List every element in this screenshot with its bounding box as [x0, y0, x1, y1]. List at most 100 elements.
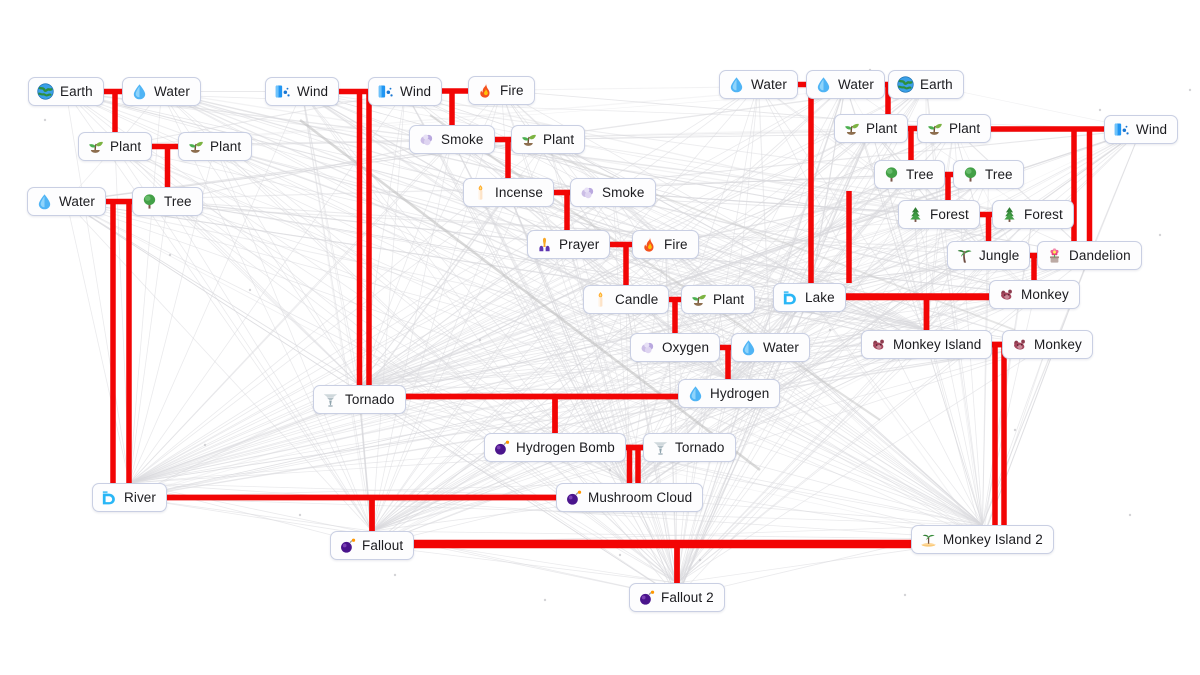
lake-icon [782, 289, 799, 306]
seedling-icon [843, 120, 860, 137]
craft-node-wind-1[interactable]: Wind [265, 77, 340, 106]
craft-node-label: Tree [985, 167, 1013, 182]
craft-node-wind-2[interactable]: Wind [368, 77, 443, 106]
craft-node-smoke-1[interactable]: Smoke [409, 125, 495, 154]
craft-node-water-4[interactable]: Water [806, 70, 886, 99]
craft-node-label: Plant [713, 292, 745, 307]
craft-node-tornado-2[interactable]: Tornado [643, 433, 736, 462]
fire-icon [477, 82, 494, 99]
craft-node-label: Lake [805, 290, 835, 305]
lake-icon [101, 489, 118, 506]
craft-node-water-3[interactable]: Water [719, 70, 799, 99]
craft-node-lake-1[interactable]: Lake [773, 283, 846, 312]
seedling-icon [87, 138, 104, 155]
palm-tree-icon [956, 247, 973, 264]
craft-node-river-1[interactable]: River [92, 483, 168, 512]
craft-node-label: Hydrogen [710, 386, 770, 401]
craft-node-label: Water [763, 340, 800, 355]
smoke-icon [579, 184, 596, 201]
craft-node-plant-1[interactable]: Plant [78, 132, 153, 161]
water-drop-icon [36, 193, 53, 210]
craft-node-plant-6[interactable]: Plant [681, 285, 756, 314]
craft-node-incense-1[interactable]: Incense [463, 178, 554, 207]
monkey-icon [998, 286, 1015, 303]
node-layer: Earth Water Wind Wind Fire Water Water Earth Pla… [0, 0, 1200, 675]
craft-node-label: Fallout [362, 538, 404, 553]
craft-node-label: Tornado [675, 440, 725, 455]
craft-node-oxygen-1[interactable]: Oxygen [630, 333, 721, 362]
craft-node-fallout-2[interactable]: Fallout 2 [629, 583, 725, 612]
craft-node-label: Plant [110, 139, 142, 154]
craft-node-fire-2[interactable]: Fire [632, 230, 699, 259]
craft-node-monkey-island-1[interactable]: Monkey Island [861, 330, 993, 359]
craft-node-label: Forest [1024, 207, 1063, 222]
craft-node-plant-5[interactable]: Plant [917, 114, 992, 143]
craft-node-fire-1[interactable]: Fire [468, 76, 535, 105]
craft-node-tree-3[interactable]: Tree [953, 160, 1024, 189]
water-drop-icon [815, 76, 832, 93]
craft-node-hydrogen-bomb-1[interactable]: Hydrogen Bomb [484, 433, 626, 462]
craft-node-plant-3[interactable]: Plant [511, 125, 586, 154]
candle-icon [472, 184, 489, 201]
craft-node-plant-2[interactable]: Plant [178, 132, 253, 161]
monkey-icon [1011, 336, 1028, 353]
craft-node-forest-1[interactable]: Forest [898, 200, 980, 229]
craft-node-label: Smoke [602, 185, 645, 200]
craft-node-monkey-1[interactable]: Monkey [989, 280, 1080, 309]
craft-node-label: Monkey [1034, 337, 1082, 352]
craft-node-smoke-2[interactable]: Smoke [570, 178, 656, 207]
seedling-icon [690, 291, 707, 308]
craft-node-label: Oxygen [662, 340, 710, 355]
craft-node-plant-4[interactable]: Plant [834, 114, 909, 143]
craft-node-monkey-2[interactable]: Monkey [1002, 330, 1093, 359]
bomb-icon [638, 589, 655, 606]
craft-node-earth-1[interactable]: Earth [28, 77, 104, 106]
water-drop-icon [131, 83, 148, 100]
earth-icon [897, 76, 914, 93]
water-drop-icon [728, 76, 745, 93]
craft-node-prayer-1[interactable]: Prayer [527, 230, 611, 259]
wind-icon [274, 83, 291, 100]
craft-node-tornado-1[interactable]: Tornado [313, 385, 406, 414]
tornado-icon [652, 439, 669, 456]
island-icon [920, 531, 937, 548]
craft-node-water-2[interactable]: Water [27, 187, 107, 216]
craft-node-tree-1[interactable]: Tree [132, 187, 203, 216]
monkey-icon [870, 336, 887, 353]
craft-node-mushroom-cloud-1[interactable]: Mushroom Cloud [556, 483, 704, 512]
craft-node-label: Hydrogen Bomb [516, 440, 615, 455]
craft-node-water-1[interactable]: Water [122, 77, 202, 106]
craft-node-label: Earth [60, 84, 93, 99]
bomb-icon [493, 439, 510, 456]
earth-icon [37, 83, 54, 100]
craft-node-monkey-island-2[interactable]: Monkey Island 2 [911, 525, 1054, 554]
craft-node-label: Monkey Island 2 [943, 532, 1043, 547]
craft-tree-canvas[interactable]: Earth Water Wind Wind Fire Water Water Earth Pla… [0, 0, 1200, 675]
craft-node-label: Monkey [1021, 287, 1069, 302]
craft-node-wind-3[interactable]: Wind [1104, 115, 1179, 144]
craft-node-earth-2[interactable]: Earth [888, 70, 964, 99]
seedling-icon [187, 138, 204, 155]
craft-node-label: Fire [664, 237, 688, 252]
bomb-icon [339, 537, 356, 554]
wind-icon [377, 83, 394, 100]
craft-node-water-5[interactable]: Water [731, 333, 811, 362]
craft-node-label: Water [751, 77, 788, 92]
craft-node-forest-2[interactable]: Forest [992, 200, 1074, 229]
evergreen-icon [907, 206, 924, 223]
craft-node-candle-1[interactable]: Candle [583, 285, 670, 314]
bomb-icon [565, 489, 582, 506]
craft-node-label: Smoke [441, 132, 484, 147]
craft-node-label: Forest [930, 207, 969, 222]
tornado-icon [322, 391, 339, 408]
craft-node-label: Tornado [345, 392, 395, 407]
craft-node-label: Wind [1136, 122, 1168, 137]
craft-node-label: Tree [906, 167, 934, 182]
craft-node-jungle-1[interactable]: Jungle [947, 241, 1031, 270]
craft-node-hydrogen-1[interactable]: Hydrogen [678, 379, 781, 408]
craft-node-fallout-1[interactable]: Fallout [330, 531, 415, 560]
tree-icon [883, 166, 900, 183]
prayer-icon [536, 236, 553, 253]
craft-node-tree-2[interactable]: Tree [874, 160, 945, 189]
craft-node-dandelion-1[interactable]: Dandelion [1037, 241, 1142, 270]
